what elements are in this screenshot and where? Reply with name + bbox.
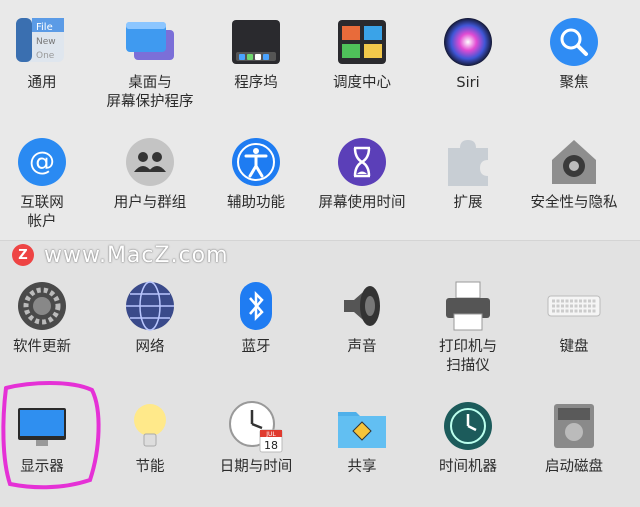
pane-accessibility[interactable]: 辅助功能: [208, 120, 304, 232]
pane-sharing[interactable]: 共享: [314, 384, 410, 496]
siri-icon: [444, 18, 492, 66]
pane-label: 程序坞: [234, 75, 278, 91]
pane-energy-saver[interactable]: 节能: [102, 384, 198, 496]
keyboard-icon: [547, 295, 601, 317]
accessibility-icon: [232, 138, 280, 186]
displays-icon: [18, 408, 66, 446]
pane-bluetooth[interactable]: 蓝牙: [208, 264, 304, 376]
desktop-screensaver-icon: [126, 22, 174, 60]
pane-spotlight[interactable]: 聚焦: [526, 0, 622, 112]
pane-label: 日期与时间: [219, 459, 293, 475]
pane-security-privacy[interactable]: 安全性与隐私: [526, 120, 622, 232]
sharing-icon: [338, 412, 386, 448]
pane-internet-accounts[interactable]: @ 互联网 帐户: [0, 120, 90, 232]
pane-label: 通用: [27, 75, 57, 91]
pane-label: 网络: [135, 339, 165, 355]
energy-saver-icon: [134, 404, 166, 447]
pane-label: 时间机器: [439, 459, 497, 475]
calendar-month: JUL: [265, 431, 276, 438]
network-icon: [126, 281, 174, 331]
pane-mission-control[interactable]: 调度中心: [314, 0, 410, 112]
mission-control-icon: [338, 20, 386, 64]
time-machine-icon: [444, 402, 492, 450]
pane-label: 桌面与 屏幕保护程序: [106, 75, 194, 110]
watermark-logo: Z: [12, 244, 34, 266]
pane-label: 蓝牙: [241, 339, 271, 355]
sound-icon: [344, 286, 380, 326]
pane-screen-time[interactable]: 屏幕使用时间: [314, 120, 410, 232]
users-groups-icon: [126, 138, 174, 186]
pane-label: 辅助功能: [227, 195, 285, 211]
spotlight-icon: [550, 18, 598, 66]
pane-label: 显示器: [20, 459, 64, 475]
general-icon-new: New: [36, 37, 56, 47]
general-icon-file: File: [36, 22, 53, 33]
pane-label: 屏幕使用时间: [318, 195, 406, 211]
extensions-icon: [448, 140, 488, 186]
date-time-icon: JUL 18: [229, 401, 283, 453]
software-update-icon: [18, 282, 66, 330]
pane-desktop-screensaver[interactable]: 桌面与 屏幕保护程序: [102, 0, 198, 112]
pane-sound[interactable]: 声音: [314, 264, 410, 376]
calendar-day: 18: [264, 439, 278, 452]
pane-label: 扩展: [453, 195, 483, 211]
pane-software-update[interactable]: 软件更新: [0, 264, 90, 376]
general-icon: File New One: [16, 18, 64, 62]
pane-displays[interactable]: 显示器: [0, 384, 90, 496]
pane-label: 用户与群组: [113, 195, 187, 211]
pane-label: 打印机与 扫描仪: [439, 339, 497, 374]
pane-keyboard[interactable]: 键盘: [526, 264, 622, 376]
pane-users-groups[interactable]: 用户与群组: [102, 120, 198, 232]
internet-accounts-icon: @: [18, 138, 66, 186]
pane-date-time[interactable]: JUL 18 日期与时间: [208, 384, 304, 496]
pane-label: 启动磁盘: [545, 459, 603, 475]
pane-dock[interactable]: 程序坞: [208, 0, 304, 112]
screen-time-icon: [338, 138, 386, 186]
pane-label: 安全性与隐私: [530, 195, 618, 211]
pane-label: 调度中心: [333, 75, 391, 91]
pane-startup-disk[interactable]: 启动磁盘: [526, 384, 622, 496]
pane-printers-scanners[interactable]: 打印机与 扫描仪: [420, 264, 516, 376]
bluetooth-icon: [240, 282, 272, 330]
printers-scanners-icon: [446, 281, 490, 331]
general-icon-one: One: [36, 51, 55, 61]
pane-extensions[interactable]: 扩展: [420, 120, 516, 232]
pane-siri[interactable]: Siri: [420, 0, 516, 112]
security-privacy-icon: [552, 140, 596, 184]
pane-general[interactable]: File New One 通用: [0, 0, 90, 112]
pane-label: 软件更新: [13, 339, 71, 355]
pane-network[interactable]: 网络: [102, 264, 198, 376]
pane-label: 共享: [347, 459, 377, 475]
pane-time-machine[interactable]: 时间机器: [420, 384, 516, 496]
pane-label: 声音: [347, 339, 377, 355]
pane-label: 互联网 帐户: [20, 195, 64, 230]
dock-icon: [232, 20, 280, 64]
svg-text:@: @: [29, 147, 55, 177]
pane-label: Siri: [456, 75, 480, 91]
pane-label: 键盘: [559, 339, 589, 355]
startup-disk-icon: [554, 404, 594, 448]
pane-label: 节能: [135, 459, 165, 475]
pane-label: 聚焦: [559, 75, 589, 91]
